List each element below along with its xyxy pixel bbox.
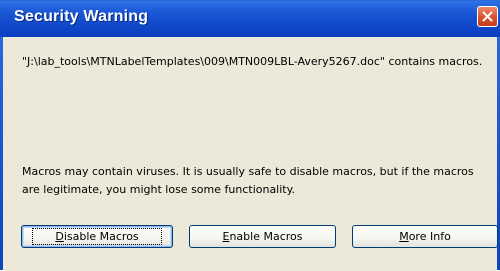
enable-macros-button[interactable]: Enable Macros <box>189 225 336 248</box>
macro-virus-warning-message: Macros may contain viruses. It is usuall… <box>22 165 474 196</box>
file-contains-macros-message: "J:\lab_tools\MTNLabelTemplates\009\MTN0… <box>22 55 483 68</box>
close-button[interactable] <box>477 6 498 27</box>
title-bar[interactable]: Security Warning <box>0 1 500 37</box>
more-info-button[interactable]: More Info <box>352 225 498 248</box>
window-title: Security Warning <box>14 8 149 25</box>
close-icon <box>482 11 493 22</box>
security-warning-dialog: Security Warning "J:\lab_tools\MTNLabelT… <box>0 0 500 271</box>
focus-rectangle: Disable Macros <box>32 228 162 245</box>
disable-macros-button[interactable]: Disable Macros <box>21 225 173 248</box>
